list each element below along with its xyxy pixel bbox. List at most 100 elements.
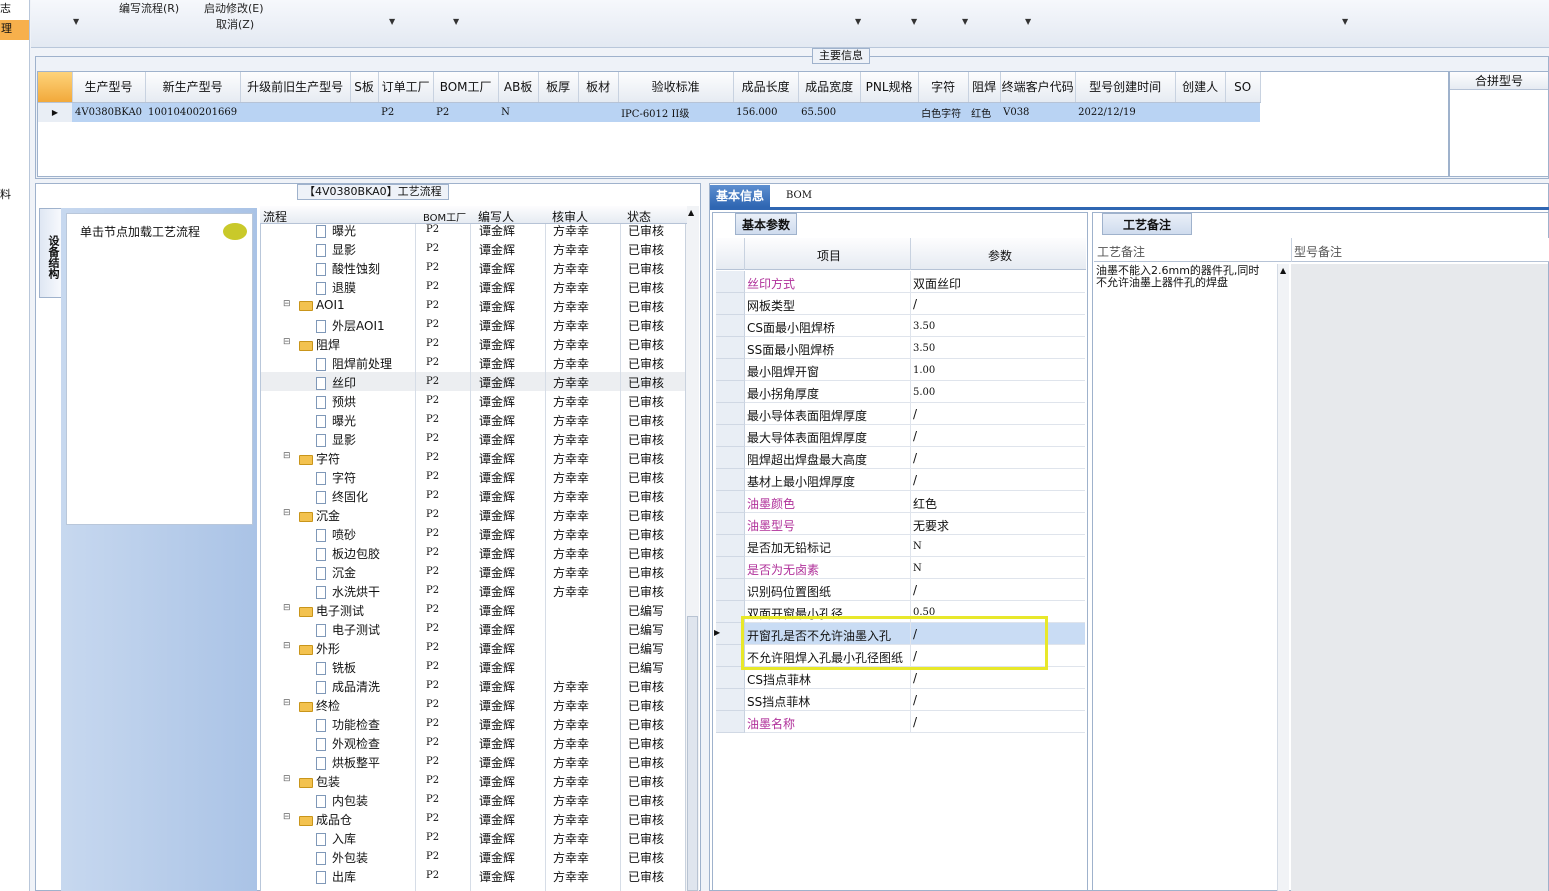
main-col-header[interactable]: 板材 [578, 72, 619, 103]
model-note-area[interactable] [1291, 264, 1548, 891]
param-value[interactable]: 1.00 [913, 365, 935, 376]
param-row-header[interactable] [716, 447, 745, 469]
collapse-icon[interactable]: ⊟ [283, 698, 291, 708]
nav-item-1[interactable]: 志 [0, 0, 11, 16]
main-col-header[interactable]: PNL规格 [860, 72, 919, 103]
param-row[interactable]: 是否为无卤素 N [745, 557, 1085, 579]
param-row-header[interactable] [716, 337, 745, 359]
param-value[interactable]: / [913, 297, 917, 311]
param-row[interactable]: 基材上最小阻焊厚度 / [745, 469, 1085, 491]
param-value[interactable]: / [913, 671, 917, 685]
main-col-header[interactable]: 订单工厂 [378, 72, 434, 103]
dropdown-arrow-icon[interactable]: ▼ [1342, 17, 1348, 26]
tree-row[interactable]: 出库 P2 谭金辉 方幸幸 已审核 [261, 866, 686, 885]
main-cell[interactable] [1225, 102, 1261, 122]
main-col-header[interactable]: 成品长度 [733, 72, 799, 103]
main-cell[interactable]: P2 [378, 102, 434, 122]
param-row-header[interactable] [716, 557, 745, 579]
param-value[interactable]: 无要求 [913, 517, 949, 534]
collapse-icon[interactable]: ⊟ [283, 299, 291, 309]
main-cell[interactable]: 白色字符 [918, 102, 969, 122]
tree-row[interactable]: 沉金 P2 谭金辉 方幸幸 已审核 [261, 562, 686, 581]
nav-item-2-selected[interactable]: 理 [0, 20, 29, 40]
collapse-icon[interactable]: ⊟ [283, 641, 291, 651]
main-cell[interactable] [860, 102, 919, 122]
dropdown-arrow-icon[interactable]: ▼ [1025, 17, 1031, 26]
grid-corner[interactable] [38, 72, 73, 103]
param-row[interactable]: CS面最小阻焊桥 3.50 [745, 315, 1085, 337]
tree-row[interactable]: 阻焊前处理 P2 谭金辉 方幸幸 已审核 [261, 353, 686, 372]
tab-process-note[interactable]: 工艺备注 [1102, 213, 1192, 235]
main-cell[interactable] [350, 102, 379, 122]
main-cell[interactable]: V038 [1000, 102, 1076, 122]
tree-row[interactable]: 丝印 P2 谭金辉 方幸幸 已审核 [261, 372, 686, 391]
tab-basic-info[interactable]: 基本信息 [710, 185, 771, 207]
main-cell[interactable]: 4V0380BKA0 [72, 102, 146, 122]
param-row[interactable]: SS面最小阻焊桥 3.50 [745, 337, 1085, 359]
tree-scrollbar[interactable]: ▲ [685, 206, 699, 891]
col-process[interactable]: 流程 [263, 208, 287, 225]
main-cell[interactable]: 红色 [968, 102, 1001, 122]
param-row-header[interactable] [716, 513, 745, 535]
tree-row[interactable]: 成品仓 ⊟ P2 谭金辉 方幸幸 已审核 [261, 809, 686, 828]
main-col-header[interactable]: 新生产型号 [145, 72, 241, 103]
param-row[interactable]: 最小阻焊开窗 1.00 [745, 359, 1085, 381]
param-row-header[interactable] [716, 667, 745, 689]
nav-item-3[interactable]: 料 [0, 186, 11, 202]
scroll-up-icon[interactable]: ▲ [1280, 266, 1286, 275]
param-row[interactable]: 识别码位置图纸 / [745, 579, 1085, 601]
param-value[interactable]: N [913, 563, 922, 574]
main-cell[interactable]: 10010400201669 [145, 102, 241, 122]
tree-row[interactable]: 烘板整平 P2 谭金辉 方幸幸 已审核 [261, 752, 686, 771]
main-cell[interactable]: IPC-6012 II级 [618, 102, 734, 122]
main-cell[interactable] [578, 102, 619, 122]
main-col-header[interactable]: 终端客户代码 [1000, 72, 1076, 103]
col-writer[interactable]: 编写人 [478, 208, 514, 225]
param-value[interactable]: / [913, 407, 917, 421]
param-row-header[interactable] [716, 403, 745, 425]
param-value[interactable]: / [913, 715, 917, 729]
param-row-header[interactable] [716, 535, 745, 557]
main-col-header[interactable]: 生产型号 [72, 72, 146, 103]
tree-row[interactable]: 字符 P2 谭金辉 方幸幸 已审核 [261, 467, 686, 486]
collapse-icon[interactable]: ⊟ [283, 508, 291, 518]
tab-bom[interactable]: BOM [780, 185, 818, 207]
tree-row[interactable]: 电子测试 P2 谭金辉 已编写 [261, 619, 686, 638]
tree-row[interactable]: 包装 ⊟ P2 谭金辉 方幸幸 已审核 [261, 771, 686, 790]
main-col-header[interactable]: 阻焊 [968, 72, 1001, 103]
param-row-header[interactable] [716, 689, 745, 711]
param-value[interactable]: / [913, 693, 917, 707]
param-value[interactable]: 5.00 [913, 387, 935, 398]
tree-row[interactable]: 预烘 P2 谭金辉 方幸幸 已审核 [261, 391, 686, 410]
scroll-thumb[interactable] [687, 616, 698, 891]
main-col-header[interactable]: 创建人 [1175, 72, 1226, 103]
tree-row[interactable]: 入库 P2 谭金辉 方幸幸 已审核 [261, 828, 686, 847]
main-col-header[interactable]: 成品宽度 [798, 72, 861, 103]
main-col-header[interactable]: 型号创建时间 [1075, 72, 1176, 103]
tree-row[interactable]: 成品清洗 P2 谭金辉 方幸幸 已审核 [261, 676, 686, 695]
tree-row[interactable]: 字符 ⊟ P2 谭金辉 方幸幸 已审核 [261, 448, 686, 467]
main-cell[interactable] [1175, 102, 1226, 122]
main-cell[interactable]: P2 [433, 102, 499, 122]
tree-row[interactable]: 曝光 P2 谭金辉 方幸幸 已审核 [261, 410, 686, 429]
main-col-header[interactable]: BOM工厂 [433, 72, 499, 103]
main-cell[interactable]: 2022/12/19 [1075, 102, 1176, 122]
main-cell[interactable]: 65.500 [798, 102, 861, 122]
col-bom[interactable]: BOM工厂 [423, 209, 466, 224]
col-status[interactable]: 状态 [627, 208, 651, 225]
main-col-header[interactable]: S板 [350, 72, 379, 103]
tree-row[interactable]: 显影 P2 谭金辉 方幸幸 已审核 [261, 239, 686, 258]
dropdown-arrow-icon[interactable]: ▼ [453, 17, 459, 26]
col-param[interactable]: 参数 [988, 247, 1012, 264]
main-cell[interactable] [240, 102, 351, 122]
dropdown-arrow-icon[interactable]: ▼ [962, 17, 968, 26]
cancel-menu[interactable]: 取消(Z) [216, 16, 254, 32]
tree-row[interactable]: 退膜 P2 谭金辉 方幸幸 已审核 [261, 277, 686, 296]
tree-row[interactable]: 终检 ⊟ P2 谭金辉 方幸幸 已审核 [261, 695, 686, 714]
collapse-icon[interactable]: ⊟ [283, 337, 291, 347]
dropdown-arrow-icon[interactable]: ▼ [855, 17, 861, 26]
tree-row[interactable]: 外观检查 P2 谭金辉 方幸幸 已审核 [261, 733, 686, 752]
param-row-header[interactable] [716, 315, 745, 337]
param-row[interactable]: 是否加无铅标记 N [745, 535, 1085, 557]
param-row[interactable]: 油墨颜色 红色 [745, 491, 1085, 513]
